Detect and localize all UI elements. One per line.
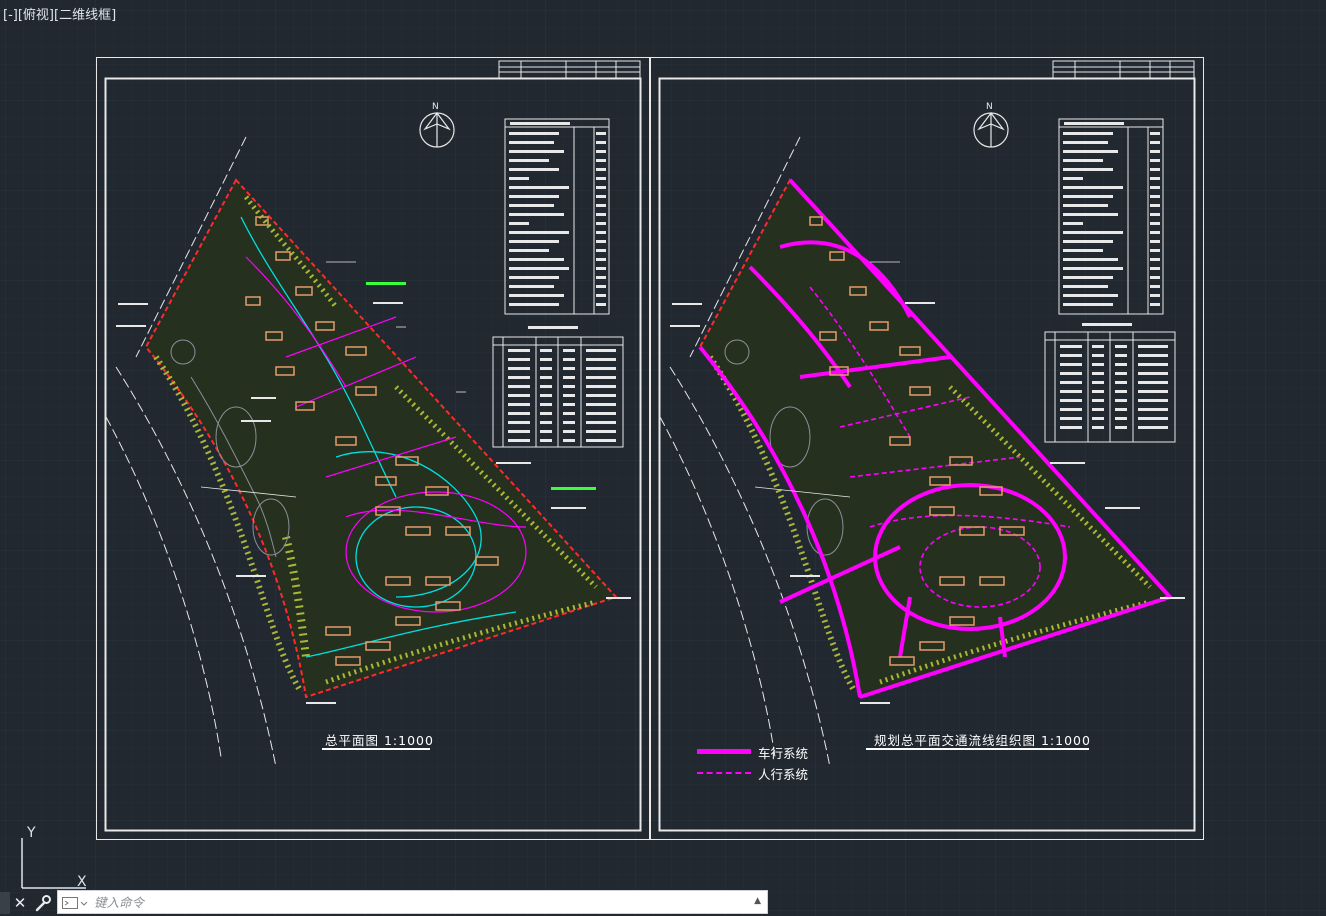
- svg-text:N: N: [986, 102, 993, 112]
- title-underline: [866, 748, 1089, 750]
- command-input[interactable]: [94, 891, 734, 913]
- title-underline: [322, 748, 430, 750]
- title-block: [498, 60, 641, 79]
- building-table-rows: [508, 349, 616, 442]
- close-icon[interactable]: ✕: [12, 894, 28, 912]
- legend-label-vehicle: 车行系统: [758, 746, 809, 761]
- history-up-icon[interactable]: ▲: [754, 896, 761, 906]
- viewport-menu[interactable]: [-]: [3, 8, 18, 23]
- north-arrow-icon: N: [419, 102, 455, 148]
- svg-text:N: N: [432, 102, 439, 112]
- command-prompt-icon[interactable]: [62, 896, 88, 910]
- sheet-title-site-plan: 总平面图 1:1000: [325, 733, 434, 748]
- sheet-site-plan[interactable]: N: [96, 57, 651, 841]
- index-table: [504, 118, 610, 315]
- viewport-controls[interactable]: [-][俯视][二维线框]: [3, 4, 116, 23]
- command-input-wrapper[interactable]: ▲: [57, 890, 768, 914]
- index-table-rows: [509, 122, 606, 329]
- visual-style[interactable]: [二维线框]: [54, 8, 116, 23]
- north-arrow-icon: N: [973, 102, 1009, 148]
- view-direction[interactable]: [俯视]: [18, 8, 54, 23]
- legend-swatch-pedestrian: [697, 772, 751, 774]
- legend-label-pedestrian: 人行系统: [758, 767, 809, 782]
- drag-grip-icon[interactable]: [0, 892, 10, 914]
- command-line-bar: ✕ ▲: [0, 888, 770, 916]
- wrench-icon[interactable]: [33, 893, 53, 913]
- ucs-y-label: Y: [27, 825, 36, 841]
- sheet-traffic-plan[interactable]: N: [650, 57, 1205, 841]
- sheet-title-traffic-plan: 规划总平面交通流线组织图 1:1000: [874, 733, 1091, 748]
- legend-swatch-vehicle: [697, 749, 751, 754]
